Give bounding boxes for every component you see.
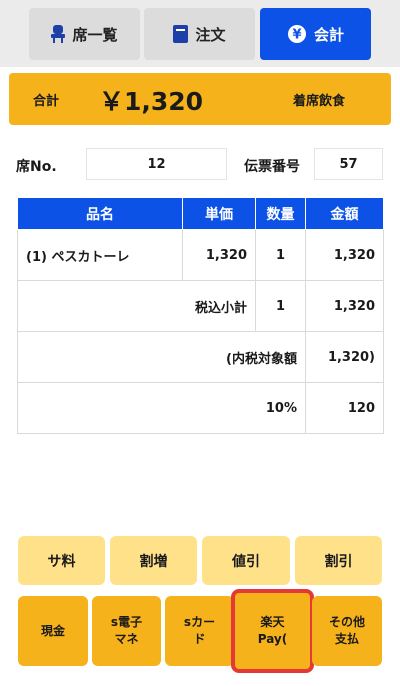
price-discount-button[interactable]: 値引 — [202, 536, 290, 585]
seat-slip-row: 席No. 12 伝票番号 57 — [0, 148, 400, 180]
seat-number-field: 12 — [86, 148, 227, 180]
item-price: 1,320 — [182, 229, 256, 281]
taxable-amount: 1,320) — [305, 331, 384, 383]
subtotal-label: 税込小計 — [17, 280, 256, 332]
item-qty: 1 — [255, 229, 306, 281]
taxable-row: (内税対象額 1,320) — [17, 331, 384, 383]
tab-order-label: 注文 — [195, 25, 226, 44]
item-name: (1) ペスカトーレ — [17, 229, 183, 281]
taxable-label: (内税対象額 — [17, 331, 306, 383]
items-table: 品名 単価 数量 金額 (1) ペスカトーレ 1,320 1 1,320 税込小… — [17, 197, 384, 434]
yen-circle-icon: ¥ — [287, 24, 307, 44]
rakuten-pay-button[interactable]: 楽天 Pay( — [231, 589, 314, 673]
cash-button[interactable]: 現金 — [18, 596, 88, 666]
header-item: 品名 — [17, 197, 183, 230]
tab-order[interactable]: 注文 — [144, 8, 255, 60]
top-tab-bar: 席一覧 注文 ¥ 会計 — [0, 0, 400, 67]
subtotal-row: 税込小計 1 1,320 — [17, 280, 384, 332]
tab-seat-list-label: 席一覧 — [72, 25, 118, 44]
other-payment-button[interactable]: その他 支払 — [312, 596, 382, 666]
tab-seat-list[interactable]: 席一覧 — [29, 8, 140, 60]
percent-discount-button[interactable]: 割引 — [295, 536, 382, 585]
total-bar: 合計 ￥1,320 着席飲食 — [9, 73, 391, 125]
surcharge-button[interactable]: 割増 — [110, 536, 197, 585]
tab-checkout[interactable]: ¥ 会計 — [260, 8, 371, 60]
subtotal-amount: 1,320 — [305, 280, 384, 332]
service-charge-button[interactable]: サ料 — [18, 536, 105, 585]
tax-amount: 120 — [305, 382, 384, 434]
dining-mode: 着席飲食 — [293, 94, 346, 109]
tax-row: 10% 120 — [17, 382, 384, 434]
header-price: 単価 — [182, 197, 256, 230]
header-qty: 数量 — [255, 197, 306, 230]
svg-text:¥: ¥ — [292, 28, 301, 43]
seat-label: 席No. — [16, 159, 57, 175]
tax-rate: 10% — [17, 382, 306, 434]
table-row[interactable]: (1) ペスカトーレ 1,320 1 1,320 — [17, 229, 384, 281]
item-amount: 1,320 — [305, 229, 384, 281]
e-money-button[interactable]: s電子 マネ — [92, 596, 161, 666]
total-amount: ￥1,320 — [99, 87, 204, 116]
subtotal-qty: 1 — [255, 280, 306, 332]
total-label: 合計 — [33, 94, 60, 109]
table-header: 品名 単価 数量 金額 — [17, 197, 384, 230]
slip-label: 伝票番号 — [244, 159, 300, 175]
slip-number-field: 57 — [314, 148, 383, 180]
order-book-icon — [173, 25, 189, 43]
card-button[interactable]: sカー ド — [165, 596, 234, 666]
chair-icon — [51, 25, 66, 43]
tab-checkout-label: 会計 — [313, 25, 344, 44]
header-amount: 金額 — [305, 197, 384, 230]
